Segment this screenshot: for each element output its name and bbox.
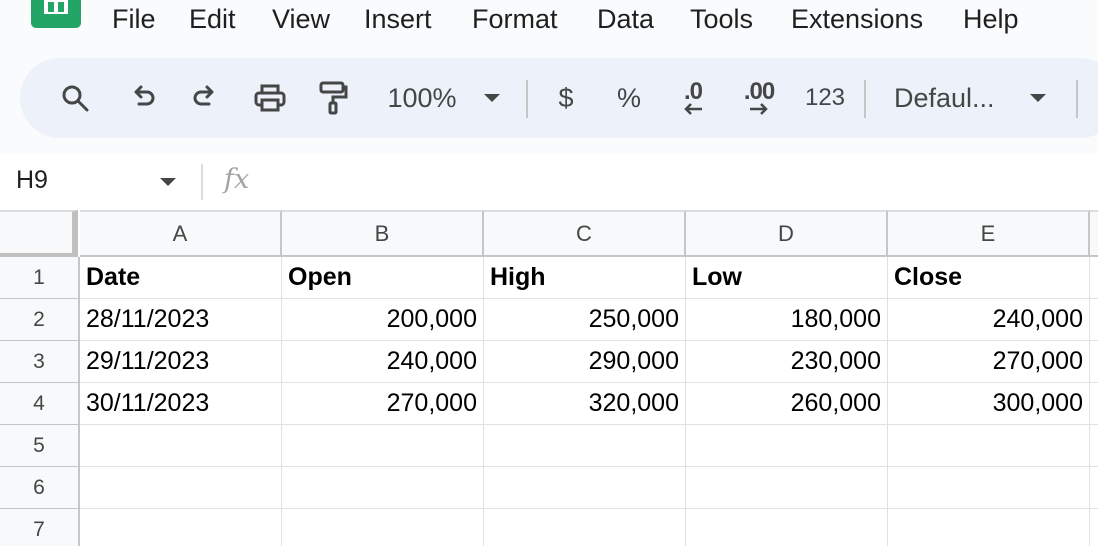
cell-empty[interactable] (80, 509, 282, 546)
name-box[interactable]: H9 (16, 166, 48, 195)
menu-tools[interactable]: Tools (690, 3, 753, 35)
low-cell[interactable]: 260,000 (686, 383, 888, 425)
menu-view[interactable]: View (272, 3, 330, 35)
font-select[interactable]: Defaul... (894, 80, 1014, 116)
low-cell[interactable]: 230,000 (686, 341, 888, 383)
cell-empty[interactable] (888, 425, 1090, 467)
menu-bar: File Edit View Insert Format Data Tools … (0, 0, 1098, 40)
menu-format[interactable]: Format (472, 3, 558, 35)
decrease-decimal-label: .0 (683, 78, 703, 105)
column-header-a[interactable]: A (80, 210, 282, 257)
menu-file[interactable]: File (112, 3, 156, 35)
row-header-1[interactable]: 1 (0, 257, 80, 299)
column-header-b[interactable]: B (282, 210, 484, 257)
print-icon[interactable] (250, 80, 290, 116)
cell-empty[interactable] (1090, 425, 1098, 467)
row-header-3[interactable]: 3 (0, 341, 80, 383)
cell-empty[interactable] (686, 425, 888, 467)
column-header-c[interactable]: C (484, 210, 686, 257)
header-cell-close[interactable]: Close (888, 257, 1090, 299)
formula-input[interactable] (270, 164, 1090, 200)
header-cell-date[interactable]: Date (80, 257, 282, 299)
cell-empty[interactable] (282, 425, 484, 467)
toolbar-divider (1076, 80, 1078, 118)
date-cell[interactable]: 28/11/2023 (80, 299, 282, 341)
percent-format-button[interactable]: % (614, 80, 644, 116)
header-cell-open[interactable]: Open (282, 257, 484, 299)
arrow-left-icon (684, 103, 702, 115)
column-header-d[interactable]: D (686, 210, 888, 257)
increase-decimal-button[interactable]: .00 (738, 80, 780, 116)
undo-icon[interactable] (126, 80, 160, 116)
paint-format-icon[interactable] (316, 80, 350, 116)
cell-empty[interactable] (888, 509, 1090, 546)
open-cell[interactable]: 240,000 (282, 341, 484, 383)
font-value: Defaul... (894, 82, 995, 113)
currency-format-button[interactable]: $ (552, 80, 580, 116)
row-header-5[interactable]: 5 (0, 425, 80, 467)
row-header-7[interactable]: 7 (0, 509, 80, 546)
row-header-6[interactable]: 6 (0, 467, 80, 509)
column-header-e[interactable]: E (888, 210, 1090, 257)
close-cell[interactable]: 300,000 (888, 383, 1090, 425)
close-cell[interactable]: 270,000 (888, 341, 1090, 383)
sheets-logo-icon[interactable] (31, 0, 81, 28)
more-formats-label: 123 (804, 84, 846, 111)
cell-empty[interactable] (80, 425, 282, 467)
cell-empty[interactable] (1090, 383, 1098, 425)
percent-label: % (616, 82, 641, 113)
cell-empty[interactable] (80, 467, 282, 509)
fx-icon: fx (224, 164, 250, 195)
cell-empty[interactable] (484, 425, 686, 467)
increase-decimal-label: .00 (743, 78, 775, 105)
cell-empty[interactable] (484, 509, 686, 546)
search-icon[interactable] (58, 80, 92, 116)
header-cell-high[interactable]: High (484, 257, 686, 299)
open-cell[interactable]: 200,000 (282, 299, 484, 341)
open-cell[interactable]: 270,000 (282, 383, 484, 425)
high-cell[interactable]: 290,000 (484, 341, 686, 383)
menu-insert[interactable]: Insert (364, 3, 432, 35)
spreadsheet-grid: A B C D E 1 2 3 4 5 6 7 Date Open High L… (0, 210, 1098, 546)
cell-empty[interactable] (282, 509, 484, 546)
zoom-chevron-down-icon[interactable] (482, 80, 502, 116)
cell-empty[interactable] (282, 467, 484, 509)
header-cell-low[interactable]: Low (686, 257, 888, 299)
currency-label: $ (558, 82, 574, 113)
name-box-chevron-down-icon[interactable] (160, 178, 176, 186)
toolbar-divider (526, 80, 528, 118)
row-header-4[interactable]: 4 (0, 383, 80, 425)
low-cell[interactable]: 180,000 (686, 299, 888, 341)
close-cell[interactable]: 240,000 (888, 299, 1090, 341)
menu-data[interactable]: Data (597, 3, 654, 35)
font-chevron-down-icon[interactable] (1028, 80, 1048, 116)
menu-help[interactable]: Help (963, 3, 1019, 35)
cell-empty[interactable] (888, 467, 1090, 509)
menu-edit[interactable]: Edit (189, 3, 236, 35)
zoom-select[interactable]: 100% (382, 80, 462, 116)
menu-extensions[interactable]: Extensions (791, 3, 923, 35)
toolbar-divider (864, 80, 866, 118)
row-header-2[interactable]: 2 (0, 299, 80, 341)
column-header-f[interactable] (1090, 210, 1098, 257)
zoom-value: 100% (387, 82, 457, 113)
cell-empty[interactable] (484, 467, 686, 509)
cell-empty[interactable] (1090, 257, 1098, 299)
high-cell[interactable]: 250,000 (484, 299, 686, 341)
select-all-corner[interactable] (0, 210, 78, 259)
cell-empty[interactable] (1090, 467, 1098, 509)
formula-divider (201, 164, 203, 200)
arrow-right-icon (750, 103, 768, 115)
decrease-decimal-button[interactable]: .0 (672, 80, 714, 116)
cell-empty[interactable] (1090, 341, 1098, 383)
date-cell[interactable]: 29/11/2023 (80, 341, 282, 383)
cell-empty[interactable] (686, 467, 888, 509)
cell-empty[interactable] (1090, 299, 1098, 341)
more-formats-button[interactable]: 123 (802, 80, 848, 116)
cell-empty[interactable] (686, 509, 888, 546)
redo-icon[interactable] (188, 80, 222, 116)
high-cell[interactable]: 320,000 (484, 383, 686, 425)
date-cell[interactable]: 30/11/2023 (80, 383, 282, 425)
cell-empty[interactable] (1090, 509, 1098, 546)
